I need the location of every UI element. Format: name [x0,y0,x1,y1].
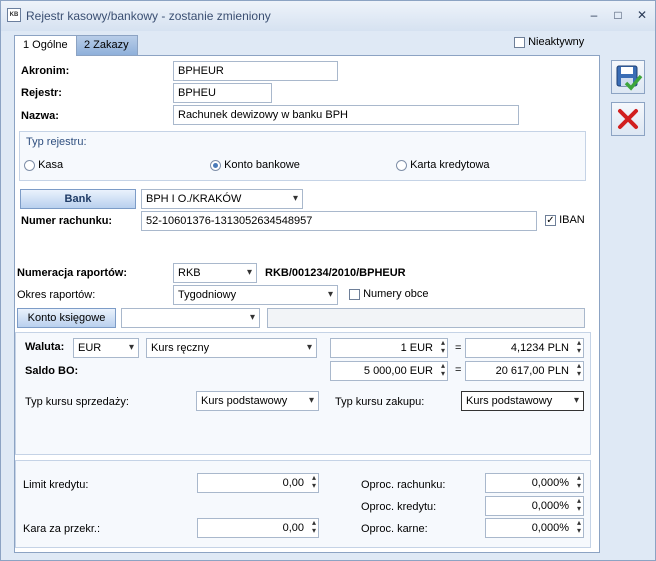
saldo-label: Saldo BO: [25,365,79,377]
oproc-kredytu-input[interactable]: 0,000% [485,496,584,516]
tab-zakazy[interactable]: 2 Zakazy [75,35,138,55]
bank-button[interactable]: Bank [20,189,136,209]
numery-obce-label: Numery obce [363,288,429,300]
kurs-type-dropdown[interactable]: Kurs ręczny [146,338,317,358]
typ-rejestru-label: Typ rejestru: [26,136,87,148]
close-button[interactable]: ✕ [635,8,649,22]
general-tab-panel: Akronim: BPHEUR Rejestr: BPHEU Nazwa: Ra… [14,55,600,553]
iban-checkbox-wrap[interactable]: ✓ IBAN [545,214,585,226]
inactive-label: Nieaktywny [528,36,585,48]
konto-ksiegowe-desc [267,308,585,328]
oproc-rachunku-input[interactable]: 0,000% [485,473,584,493]
iban-label: IBAN [559,214,585,226]
inactive-checkbox-wrap[interactable]: Nieaktywny [514,36,584,48]
iban-checkbox[interactable]: ✓ [545,214,556,226]
typ-rejestru-group: Typ rejestru: Kasa Konto bankowe Karta k… [19,131,586,181]
radio-kasa[interactable]: Kasa [24,159,63,171]
nazwa-label: Nazwa: [21,110,59,122]
numer-rachunku-input[interactable]: 52-10601376-1313052634548957 [141,211,537,231]
minimize-button[interactable]: – [587,8,601,22]
window-title: Rejestr kasowy/bankowy - zostanie zmieni… [26,9,271,23]
konto-ksiegowe-button[interactable]: Konto księgowe [17,308,116,328]
kara-label: Kara za przekr.: [23,523,101,535]
waluta-rate-input[interactable]: 4,1234 PLN [465,338,584,358]
radio-karta-kredytowa-label: Karta kredytowa [410,159,490,171]
waluta-amount-input[interactable]: 1 EUR [330,338,448,358]
save-icon [616,65,643,91]
cancel-icon [618,109,638,129]
radio-konto-bankowe[interactable]: Konto bankowe [210,159,300,171]
cancel-button[interactable] [611,102,645,136]
rejestr-input[interactable]: BPHEU [173,83,272,103]
radio-konto-bankowe-button[interactable] [210,159,221,171]
waluta-group: Waluta: EUR Kurs ręczny 1 EUR = 4,1234 P… [15,332,591,455]
oproc-kredytu-label: Oproc. kredytu: [361,501,437,513]
oproc-karne-input[interactable]: 0,000% [485,518,584,538]
numery-obce-checkbox[interactable] [349,288,360,300]
akronim-label: Akronim: [21,65,70,77]
kredyt-group: Limit kredytu: 0,00 Kara za przekr.: 0,0… [15,460,591,548]
kara-input[interactable]: 0,00 [197,518,319,538]
kurs-zakupu-label: Typ kursu zakupu: [335,396,425,408]
bank-dropdown[interactable]: BPH I O./KRAKÓW [141,189,303,209]
kurs-sprzedazy-label: Typ kursu sprzedaży: [25,396,129,408]
rejestr-label: Rejestr: [21,87,62,99]
waluta-dropdown[interactable]: EUR [73,338,139,358]
inactive-checkbox[interactable] [514,36,525,48]
limit-input[interactable]: 0,00 [197,473,319,493]
save-button[interactable] [611,60,645,94]
waluta-label: Waluta: [25,341,65,353]
radio-karta-kredytowa-button[interactable] [396,159,407,171]
okres-label: Okres raportów: [17,289,96,301]
akronim-input[interactable]: BPHEUR [173,61,338,81]
maximize-button[interactable]: □ [611,8,625,22]
radio-kasa-label: Kasa [38,159,64,171]
title-bar[interactable]: KB Rejestr kasowy/bankowy - zostanie zmi… [1,1,655,31]
app-icon: KB [7,8,21,22]
okres-dropdown[interactable]: Tygodniowy [173,285,338,305]
numeracja-label: Numeracja raportów: [17,267,128,279]
dialog-window: KB Rejestr kasowy/bankowy - zostanie zmi… [0,0,656,561]
waluta-equals: = [455,342,462,354]
radio-kasa-button[interactable] [24,159,35,171]
konto-ksiegowe-dropdown[interactable] [121,308,260,328]
radio-konto-bankowe-label: Konto bankowe [224,159,300,171]
tab-ogolne[interactable]: 1 Ogólne [14,35,77,56]
nazwa-input[interactable]: Rachunek dewizowy w banku BPH [173,105,519,125]
numeracja-preview: RKB/001234/2010/BPHEUR [265,267,406,279]
limit-label: Limit kredytu: [23,479,89,491]
oproc-rachunku-label: Oproc. rachunku: [361,479,446,491]
saldo-equals: = [455,364,462,376]
numer-rachunku-label: Numer rachunku: [21,215,113,227]
saldo-pln-input[interactable]: 20 617,00 PLN [465,361,584,381]
numery-obce-wrap[interactable]: Numery obce [349,288,428,300]
saldo-amount-input[interactable]: 5 000,00 EUR [330,361,448,381]
kurs-sprzedazy-dropdown[interactable]: Kurs podstawowy [196,391,319,411]
numeracja-dropdown[interactable]: RKB [173,263,257,283]
radio-karta-kredytowa[interactable]: Karta kredytowa [396,159,490,171]
oproc-karne-label: Oproc. karne: [361,523,428,535]
kurs-zakupu-dropdown[interactable]: Kurs podstawowy [461,391,584,411]
